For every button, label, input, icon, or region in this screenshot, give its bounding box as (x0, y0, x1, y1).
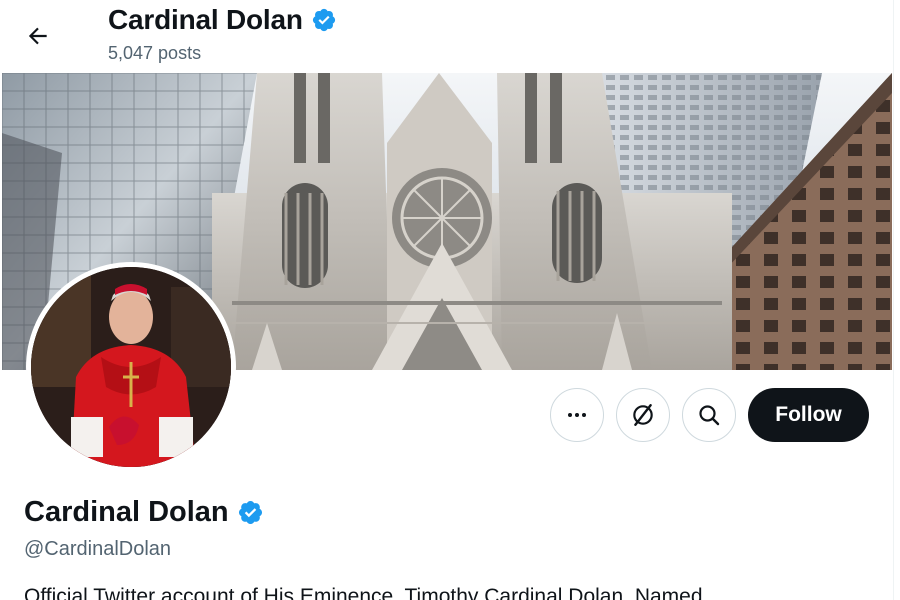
profile-handle: @CardinalDolan (24, 538, 172, 560)
verified-badge-icon[interactable] (237, 499, 264, 526)
profile-bio: Official Twitter account of His Eminence… (24, 584, 884, 600)
search-icon (699, 405, 720, 426)
bio-text: Official Twitter account of His Eminence… (24, 585, 703, 600)
more-button[interactable] (550, 388, 604, 442)
grok-button[interactable] (616, 388, 670, 442)
header-name: Cardinal Dolan (108, 4, 337, 36)
more-horizontal-icon (568, 413, 586, 417)
avatar-photo (31, 267, 231, 467)
follow-button[interactable]: Follow (748, 388, 869, 442)
profile-avatar[interactable] (26, 262, 236, 472)
profile-top-bar: Cardinal Dolan 5,047 posts (0, 0, 900, 72)
page-right-edge (893, 0, 900, 600)
display-name-text: Cardinal Dolan (24, 496, 229, 528)
header-name-text: Cardinal Dolan (108, 4, 303, 35)
grok-icon (633, 404, 653, 426)
profile-display-name: Cardinal Dolan (24, 496, 264, 529)
arrow-left-icon (28, 27, 47, 45)
verified-badge-icon (312, 8, 335, 32)
back-button[interactable] (18, 16, 58, 56)
post-count: 5,047 posts (108, 43, 202, 63)
search-button[interactable] (682, 388, 736, 442)
